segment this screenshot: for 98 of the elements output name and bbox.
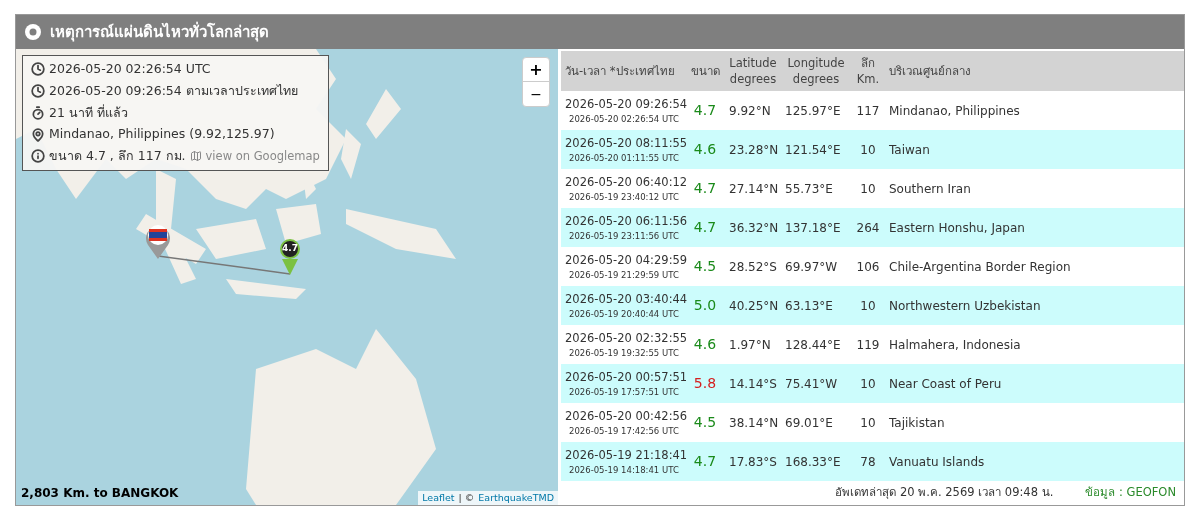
leaflet-link[interactable]: Leaflet (422, 490, 455, 505)
local-time: 2026-05-20 04:29:59 (565, 251, 685, 269)
depth: 10 (859, 414, 877, 432)
utc-time: 2026-05-19 17:57:51 UTC (568, 385, 680, 399)
latitude: 17.83°S (728, 453, 778, 471)
utc-time: 2026-05-19 23:11:56 UTC (568, 229, 680, 243)
utc-time: 2026-05-19 23:40:12 UTC (568, 190, 680, 204)
info-text: 2026-05-20 02:26:54 UTC (49, 60, 211, 78)
column-header: ขนาด (689, 63, 721, 79)
map-pin-icon (31, 127, 45, 142)
utc-time: 2026-05-19 17:42:56 UTC (568, 424, 680, 438)
last-updated: อัพเดทล่าสุด 20 พ.ค. 2569 เวลา 09:48 น. (835, 484, 1054, 501)
region: Eastern Honshu, Japan (888, 219, 1026, 237)
utc-time: 2026-05-19 14:18:41 UTC (568, 463, 680, 477)
region: Near Coast of Peru (888, 375, 1003, 393)
depth: 264 (855, 219, 881, 237)
depth: 10 (859, 141, 877, 159)
column-header: Latitude degrees (728, 55, 778, 87)
magnitude: 5.8 (692, 374, 718, 393)
region: Tajikistan (888, 414, 946, 432)
stopwatch-icon (31, 105, 45, 120)
latitude: 36.32°N (728, 219, 780, 237)
magnitude: 4.5 (692, 413, 718, 432)
utc-time: 2026-05-20 02:26:54 UTC (568, 112, 680, 126)
magnitude: 4.7 (692, 179, 718, 198)
depth: 10 (859, 180, 877, 198)
depth: 10 (859, 297, 877, 315)
utc-time: 2026-05-19 19:32:55 UTC (568, 346, 680, 360)
longitude: 128.44°E (784, 336, 842, 354)
region: Taiwan (888, 141, 931, 159)
magnitude: 4.7 (692, 218, 718, 237)
info-text: 21 นาที ที่แล้ว (49, 103, 128, 122)
depth: 106 (855, 258, 881, 276)
latitude: 23.28°N (728, 141, 780, 159)
local-time: 2026-05-20 06:40:12 (565, 173, 685, 191)
depth: 78 (859, 453, 877, 471)
column-header: Longitude degrees (786, 55, 846, 87)
local-time: 2026-05-20 08:11:55 (565, 134, 685, 152)
distance-label: 2,803 Km. to BANGKOK (21, 485, 179, 502)
info-icon (31, 149, 45, 164)
map-icon (189, 150, 202, 163)
utc-time: 2026-05-20 01:11:55 UTC (568, 151, 680, 165)
latitude: 28.52°S (728, 258, 778, 276)
longitude: 63.13°E (784, 297, 834, 315)
depth: 10 (859, 375, 877, 393)
latitude: 14.14°S (728, 375, 778, 393)
local-time: 2026-05-20 00:42:56 (565, 407, 685, 425)
column-header: ลึก Km. (855, 55, 881, 87)
magnitude: 4.7 (692, 452, 718, 471)
region: Halmahera, Indonesia (888, 336, 1022, 354)
local-time: 2026-05-20 03:40:44 (565, 290, 685, 308)
zoom-out-button[interactable]: − (523, 82, 549, 106)
region: Vanuatu Islands (888, 453, 986, 471)
attribution-text: | © (458, 490, 475, 505)
info-text: 2026-05-20 09:26:54 ตามเวลาประเทศไทย (49, 81, 298, 100)
region: Mindanao, Philippines (888, 102, 1021, 120)
longitude: 69.97°W (784, 258, 839, 276)
magnitude: 4.5 (692, 257, 718, 276)
depth: 117 (855, 102, 881, 120)
info-text: Mindanao, Philippines (9.92,125.97) (49, 125, 275, 144)
local-time: 2026-05-20 02:32:55 (565, 329, 685, 347)
depth: 119 (855, 336, 881, 354)
panel-title: เหตุการณ์แผ่นดินไหวทั่วโลกล่าสุด (50, 20, 269, 44)
longitude: 168.33°E (784, 453, 842, 471)
utc-time: 2026-05-19 21:29:59 UTC (568, 268, 680, 282)
info-text: ขนาด 4.7 , ลึก 117 กม. (49, 147, 186, 165)
column-header: วัน-เวลา *ประเทศไทย (564, 63, 676, 79)
local-time: 2026-05-19 21:18:41 (565, 446, 685, 464)
thailand-flag-marker (144, 223, 172, 259)
latitude: 1.97°N (728, 336, 772, 354)
local-time: 2026-05-20 06:11:56 (565, 212, 685, 230)
clock-icon (31, 84, 45, 99)
longitude: 121.54°E (784, 141, 842, 159)
longitude: 75.41°W (784, 375, 839, 393)
local-time: 2026-05-20 00:57:51 (565, 368, 685, 386)
region: Chile-Argentina Border Region (888, 258, 1072, 276)
latitude: 9.92°N (728, 102, 772, 120)
zoom-in-button[interactable]: + (523, 58, 549, 82)
column-header: บริเวณศูนย์กลาง (888, 63, 972, 79)
local-time: 2026-05-20 09:26:54 (565, 95, 685, 113)
magnitude: 5.0 (692, 296, 718, 315)
longitude: 137.18°E (784, 219, 842, 237)
record-icon (24, 23, 42, 41)
magnitude: 4.6 (692, 335, 718, 354)
region: Northwestern Uzbekistan (888, 297, 1042, 315)
latitude: 27.14°N (728, 180, 780, 198)
data-source: ข้อมูล : GEOFON (1085, 484, 1176, 501)
longitude: 125.97°E (784, 102, 842, 120)
clock-icon (31, 62, 45, 77)
utc-time: 2026-05-19 20:40:44 UTC (568, 307, 680, 321)
longitude: 69.01°E (784, 414, 834, 432)
longitude: 55.73°E (784, 180, 834, 198)
latitude: 40.25°N (728, 297, 780, 315)
latitude: 38.14°N (728, 414, 780, 432)
magnitude: 4.6 (692, 140, 718, 159)
region: Southern Iran (888, 180, 972, 198)
earthquaketmd-link[interactable]: EarthquakeTMD (478, 490, 554, 505)
magnitude: 4.7 (692, 101, 718, 120)
